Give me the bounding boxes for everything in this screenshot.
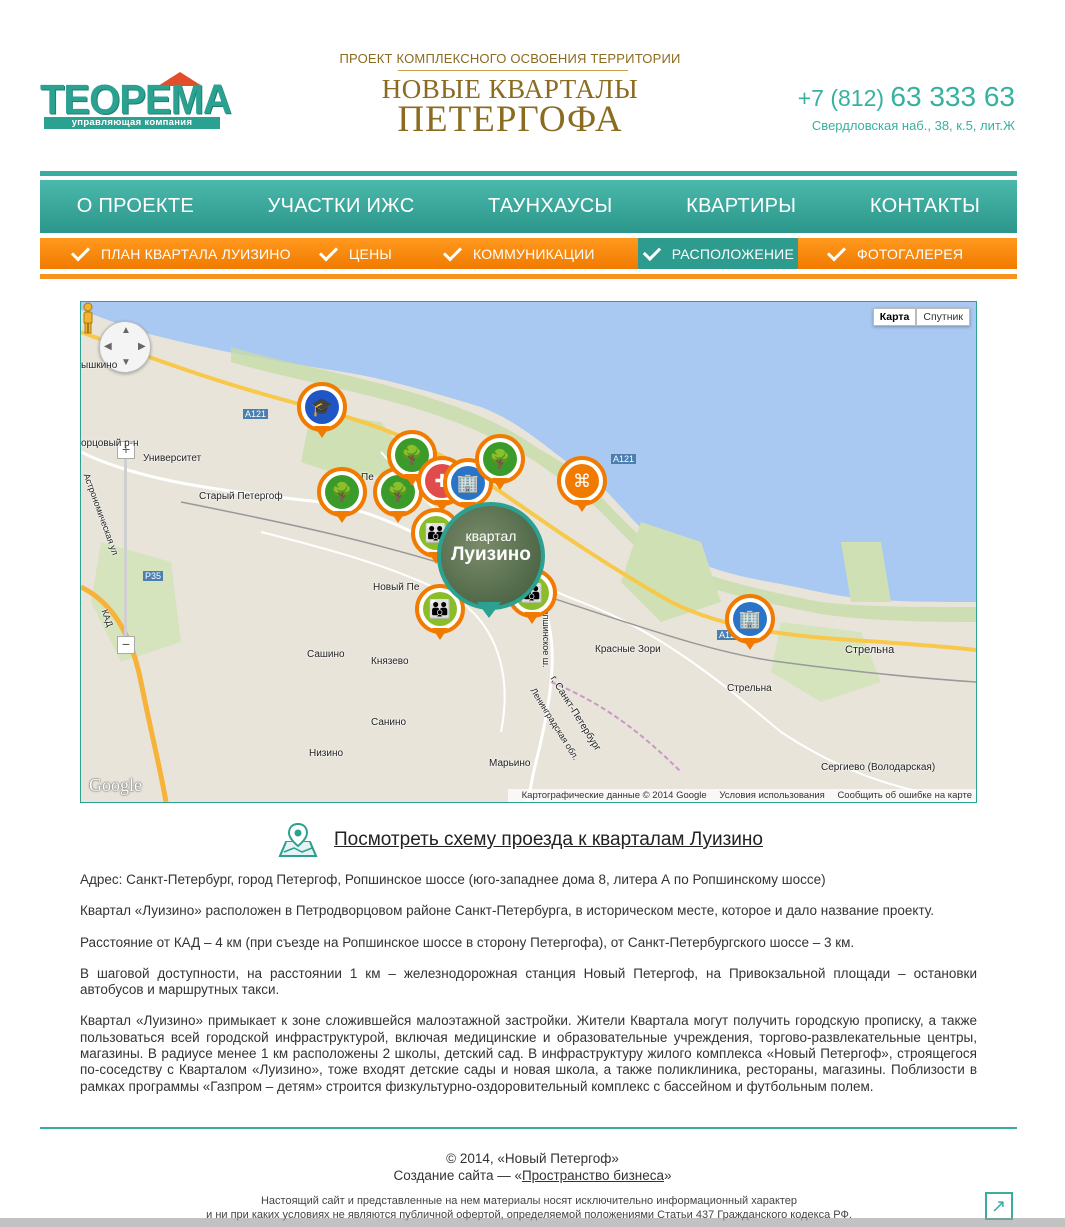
paragraph-transport: В шаговой доступности, на расстоянии 1 к…: [80, 965, 977, 998]
paragraph-address: Адрес: Санкт-Петербург, город Петергоф, …: [80, 872, 826, 887]
office-address: Свердловская наб., 38, к.5, лит.Ж: [811, 118, 1015, 133]
nav-item-apartments[interactable]: КВАРТИРЫ: [686, 195, 796, 218]
route-scheme-link[interactable]: Посмотреть схему проезда к кварталам Луи…: [334, 829, 763, 851]
place-label: Старый Петергоф: [199, 491, 283, 502]
project-divider: [398, 70, 628, 71]
attraction-icon: ⌘: [565, 464, 599, 498]
map[interactable]: Карта Спутник ▲ ▼ ◀ ▶ + − ышкино орцовый…: [80, 301, 977, 803]
project-title-line2: ПЕТЕРГОФА: [397, 99, 623, 140]
luizino-marker-label-1: квартал: [465, 528, 517, 544]
subnav-plan[interactable]: ПЛАН КВАРТАЛА ЛУИЗИНО: [70, 238, 291, 269]
zoom-out-button[interactable]: −: [117, 636, 135, 654]
map-terms-link[interactable]: Условия использования: [719, 790, 824, 801]
subnav-prices-label: ЦЕНЫ: [349, 245, 392, 262]
subnav-location[interactable]: РАСПОЛОЖЕНИЕ: [638, 238, 798, 269]
bottom-scrollbar[interactable]: [0, 1218, 1065, 1227]
place-label: Сашино: [307, 649, 345, 660]
luizino-marker-tail: [477, 602, 501, 618]
logo-subtitle: управляющая компания: [44, 117, 220, 129]
nav-top-line: [40, 171, 1017, 176]
place-label: Стрельна: [727, 683, 772, 694]
site-credit-link[interactable]: Пространство бизнеса: [522, 1168, 664, 1183]
map-type-map[interactable]: Карта: [872, 308, 917, 326]
pegman-icon[interactable]: [81, 302, 95, 334]
location-description: Адрес: Санкт-Петербург, город Петергоф, …: [80, 872, 977, 1110]
nav-item-townhouses[interactable]: ТАУНХАУСЫ: [488, 195, 613, 218]
map-data-credit: Картографические данные © 2014 Google: [521, 790, 707, 801]
road-shield: P35: [143, 571, 164, 581]
check-icon: [318, 241, 339, 262]
map-type-satellite[interactable]: Спутник: [916, 308, 970, 326]
graduation-cap-icon: 🎓: [305, 390, 339, 424]
tree-icon: 🌳: [483, 442, 517, 476]
subnav-location-label: РАСПОЛОЖЕНИЕ: [671, 245, 794, 262]
phone-number[interactable]: +7 (812) 63 333 63: [798, 81, 1015, 113]
children-icon: 👪: [423, 592, 457, 626]
tree-icon: 🌳: [325, 475, 359, 509]
map-marker-attraction[interactable]: ⌘: [557, 456, 607, 516]
project-subtitle: ПРОЕКТ КОМПЛЕКСНОГО ОСВОЕНИЯ ТЕРРИТОРИИ: [339, 51, 681, 66]
map-report-link[interactable]: Сообщить об ошибке на карте: [837, 790, 972, 801]
arrow-up-right-icon: ↗: [991, 1196, 1007, 1216]
phone-code: +7 (812): [797, 85, 885, 111]
logo[interactable]: ТЕОРЕМА управляющая компания: [40, 72, 232, 130]
site-credit-prefix: Создание сайта — «: [393, 1168, 522, 1183]
place-label: Стрельна: [845, 644, 895, 656]
logo-text: ТЕОРЕМА: [40, 76, 232, 124]
route-scheme: Посмотреть схему проезда к кварталам Луи…: [278, 822, 763, 858]
place-label: Марьино: [489, 758, 531, 769]
place-label: Низино: [309, 748, 344, 759]
phone-main: 63 333 63: [890, 81, 1015, 112]
check-icon: [642, 242, 661, 261]
subnav-plan-label: ПЛАН КВАРТАЛА ЛУИЗИНО: [101, 245, 291, 262]
main-nav: О ПРОЕКТЕ УЧАСТКИ ИЖС ТАУНХАУСЫ КВАРТИРЫ…: [40, 180, 1017, 233]
nav-bottom-line: [40, 274, 1017, 279]
footer-copyright: © 2014, «Новый Петергоф» Создание сайта …: [0, 1150, 1065, 1184]
luizino-marker[interactable]: квартал Луизино: [437, 502, 545, 610]
nav-item-plots[interactable]: УЧАСТКИ ИЖС: [268, 195, 415, 218]
place-label: Князево: [371, 656, 409, 667]
place-label: Новый Пе: [373, 582, 420, 593]
check-icon: [70, 241, 91, 262]
zoom-slider-track[interactable]: [124, 458, 127, 636]
map-marker-park[interactable]: 🌳: [317, 467, 367, 527]
site-credit: Создание сайта — «Пространство бизнеса»: [0, 1167, 1065, 1184]
subnav-gallery[interactable]: ФОТОГАЛЕРЕЯ: [826, 238, 964, 269]
check-icon: [826, 241, 847, 262]
road-shield: A121: [611, 454, 637, 464]
external-link-button[interactable]: ↗: [985, 1192, 1013, 1220]
place-label: Санино: [371, 717, 407, 728]
map-attribution: Картографические данные © 2014 Google Ус…: [507, 789, 976, 802]
road-shield: A121: [243, 409, 269, 419]
place-label: Университет: [143, 453, 202, 464]
subnav-communications-label: КОММУНИКАЦИИ: [473, 245, 595, 262]
paragraph-district: Квартал «Луизино» расположен в Петродвор…: [80, 903, 934, 919]
luizino-marker-label-2: Луизино: [451, 544, 531, 565]
place-label: орцовый р-н: [81, 438, 139, 449]
map-type-switch: Карта Спутник: [872, 308, 970, 326]
subnav-prices[interactable]: ЦЕНЫ: [318, 238, 392, 269]
subnav-communications[interactable]: КОММУНИКАЦИИ: [442, 238, 595, 269]
google-logo[interactable]: Google: [89, 775, 142, 796]
map-marker-university[interactable]: 🎓: [297, 382, 347, 442]
place-label: Красные Зори: [595, 644, 661, 655]
map-marker-park[interactable]: 🌳: [475, 434, 525, 494]
map-pin-icon: [278, 822, 318, 857]
building-icon: 🏢: [733, 602, 767, 636]
sub-nav: ПЛАН КВАРТАЛА ЛУИЗИНО ЦЕНЫ КОММУНИКАЦИИ …: [40, 238, 1017, 269]
copyright-text: © 2014, «Новый Петергоф»: [446, 1151, 619, 1166]
place-label: ышкино: [81, 360, 118, 371]
nav-item-about[interactable]: О ПРОЕКТЕ: [77, 195, 194, 218]
footer-divider: [40, 1127, 1017, 1129]
place-label: Сергиево (Володарская): [821, 762, 936, 773]
site-credit-suffix: »: [664, 1168, 672, 1183]
check-icon: [442, 241, 463, 262]
disclaimer-line-1: Настоящий сайт и представленные на нем м…: [260, 1195, 798, 1207]
paragraph-distance: Расстояние от КАД – 4 км (при съезде на …: [80, 934, 855, 950]
map-marker-building[interactable]: 🏢: [725, 594, 775, 654]
paragraph-infrastructure: Квартал «Луизино» примыкает к зоне сложи…: [80, 1013, 977, 1094]
nav-item-contacts[interactable]: КОНТАКТЫ: [870, 195, 980, 218]
subnav-gallery-label: ФОТОГАЛЕРЕЯ: [857, 245, 964, 262]
